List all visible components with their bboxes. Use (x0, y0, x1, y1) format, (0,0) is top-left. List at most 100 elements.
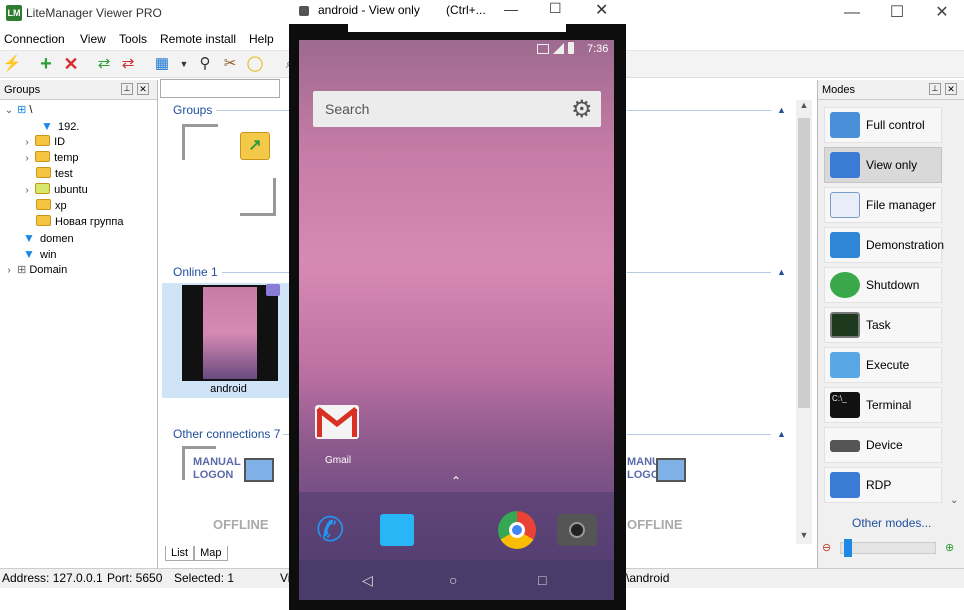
tree-item-id[interactable]: › ID (22, 134, 65, 150)
menu-help[interactable]: Help (249, 32, 274, 46)
tree-item-new-group[interactable]: Новая группа (36, 214, 123, 230)
mode-terminal[interactable]: C:\_ Terminal (824, 387, 942, 423)
delete-icon[interactable]: ✕ (61, 54, 81, 74)
modes-scroll-down-icon[interactable]: ⌄ (950, 495, 958, 506)
computer-icon (656, 458, 686, 482)
home-icon[interactable]: ○ (449, 572, 457, 588)
zoom-in-icon[interactable]: ⊕ (945, 541, 954, 554)
tree-item-test[interactable]: test (36, 166, 73, 182)
tree-item-temp[interactable]: › temp (22, 150, 79, 166)
chevron-right-icon[interactable]: › (4, 263, 14, 279)
tree-item-ubuntu[interactable]: › ubuntu (22, 182, 88, 198)
grid-view-icon[interactable]: ▦ (152, 54, 172, 74)
mode-view-only[interactable]: View only (824, 147, 942, 183)
close-button[interactable]: ✕ (920, 0, 964, 28)
back-icon[interactable]: ◁ (362, 572, 373, 589)
menu-connection[interactable]: Connection (4, 32, 65, 46)
chat-icon[interactable]: ◯ (245, 54, 265, 74)
filter-input[interactable] (160, 79, 280, 98)
phone-icon[interactable]: ✆ (316, 510, 345, 550)
panel-close-icon[interactable]: ✕ (945, 83, 957, 95)
manual-logon-label-partial: MANUAL LOGON (627, 456, 657, 481)
other-modes-link[interactable]: Other modes... (852, 516, 931, 530)
mode-rdp[interactable]: RDP (824, 467, 942, 503)
recents-icon[interactable]: □ (538, 572, 546, 588)
tree-item-domen[interactable]: ▼ domen (22, 230, 74, 246)
chevron-right-icon[interactable]: › (22, 183, 32, 199)
zoom-out-icon[interactable]: ⊖ (822, 541, 831, 554)
mode-device-manager[interactable]: Device mana... (824, 427, 942, 486)
menu-remote-install[interactable]: Remote install (160, 32, 236, 46)
pin-icon[interactable]: ⊥ (929, 83, 941, 95)
full-control-icon (830, 112, 860, 138)
quality-slider[interactable] (840, 542, 936, 554)
computer-icon (244, 458, 274, 482)
menu-view[interactable]: View (80, 32, 106, 46)
mode-task-manager[interactable]: Task manager (824, 307, 942, 366)
refresh-green-icon[interactable]: ⇄ (94, 54, 114, 74)
status-port: Port: 5650 (107, 571, 163, 585)
tab-list[interactable]: List (165, 546, 195, 561)
tree-item-label: ID (54, 136, 66, 148)
tree-item-192[interactable]: ▼ 192. (40, 118, 79, 134)
tree-item-xp[interactable]: xp (36, 198, 67, 214)
android-minimize-button[interactable]: — (504, 1, 518, 17)
status-time: 7:36 (587, 43, 609, 55)
scrollbar-thumb[interactable] (798, 118, 810, 408)
dropdown-arrow-icon[interactable]: ▼ (174, 54, 194, 74)
app-drawer-arrow-icon[interactable]: ⌃ (451, 474, 461, 488)
android-maximize-button[interactable]: ☐ (549, 0, 562, 17)
tree-item-win[interactable]: ▼ win (22, 246, 56, 262)
tree-item-label: ubuntu (54, 184, 88, 196)
collapse-other-icon[interactable]: ▲ (777, 429, 786, 439)
android-close-button[interactable]: ✕ (595, 0, 608, 20)
mode-demonstration[interactable]: Demonstration (824, 227, 944, 263)
panel-close-icon[interactable]: ✕ (137, 83, 149, 95)
tree-item-domain[interactable]: › ⊞ Domain (4, 262, 67, 278)
chrome-icon[interactable] (498, 511, 536, 549)
folder-icon (36, 215, 51, 226)
maximize-button[interactable]: ☐ (875, 0, 919, 28)
open-folder-up-icon[interactable]: ↗ (240, 132, 270, 160)
mode-full-control[interactable]: Full control (824, 107, 942, 143)
chevron-down-icon[interactable]: ⌄ (4, 103, 14, 119)
mode-shutdown[interactable]: Shutdown (824, 267, 942, 303)
group-tile-corner (182, 124, 218, 160)
groups-section-label: Groups (173, 103, 213, 117)
camera-icon[interactable] (557, 514, 597, 546)
filter-icon: ▼ (23, 247, 35, 261)
minimize-button[interactable]: — (830, 0, 874, 28)
tree-item-root[interactable]: ⌄ ⊞ \ (4, 102, 33, 119)
scroll-up-icon[interactable]: ▲ (798, 100, 810, 114)
tools-icon[interactable]: ✂ (220, 54, 240, 74)
shutdown-icon (830, 272, 860, 298)
tab-map[interactable]: Map (194, 546, 228, 561)
pin-icon[interactable]: ⊥ (121, 83, 133, 95)
execute-icon (830, 352, 860, 378)
gear-icon[interactable]: ⚙ (571, 95, 593, 124)
view-tabs: List Map (165, 546, 228, 564)
tile-corner (182, 446, 185, 480)
mode-file-manager[interactable]: File manager (824, 187, 942, 223)
collapse-groups-icon[interactable]: ▲ (777, 105, 786, 115)
collapse-online-icon[interactable]: ▲ (777, 267, 786, 277)
status-path: \android (626, 571, 670, 585)
add-icon[interactable]: + (36, 54, 56, 74)
refresh-red-icon[interactable]: ⇄ (118, 54, 138, 74)
chevron-right-icon[interactable]: › (22, 135, 32, 151)
quality-slider-thumb[interactable] (844, 539, 852, 557)
messages-icon[interactable] (380, 514, 414, 546)
device-manager-icon (830, 440, 860, 452)
device-tile-android[interactable]: android (162, 283, 290, 398)
chevron-right-icon[interactable]: › (22, 151, 32, 167)
other-connections-label: Other connections 7 (173, 427, 281, 441)
lightning-icon[interactable]: ⚡ (2, 54, 22, 74)
mode-execute[interactable]: Execute (824, 347, 942, 383)
gmail-icon[interactable] (315, 405, 359, 439)
folder-icon (36, 199, 51, 210)
demonstration-icon (830, 232, 860, 258)
scroll-down-icon[interactable]: ▼ (798, 530, 810, 544)
menu-tools[interactable]: Tools (119, 32, 147, 46)
binoculars-icon[interactable]: ⚲ (195, 54, 215, 74)
cast-icon (537, 44, 549, 54)
